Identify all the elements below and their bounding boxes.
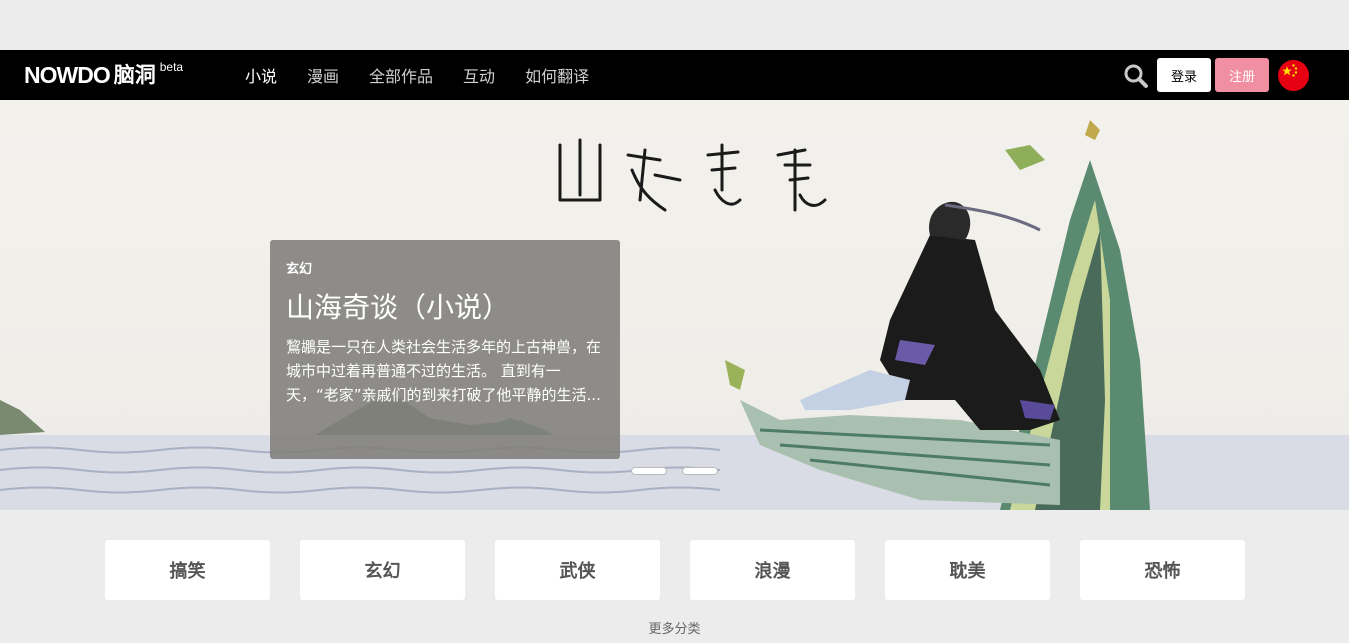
nav-link-comic[interactable]: 漫画 <box>307 63 339 87</box>
hero-banner[interactable]: 玄幻 山海奇谈（小说） 鵹鶘是一只在人类社会生活多年的上古神兽，在城市中过着再普… <box>0 100 1349 510</box>
featured-description: 鵹鶘是一只在人类社会生活多年的上古神兽，在城市中过着再普通不过的生活。 直到有一… <box>286 338 602 404</box>
carousel-dot[interactable] <box>682 467 718 475</box>
top-gap <box>0 0 1349 50</box>
nav-link-novel[interactable]: 小说 <box>245 63 277 87</box>
featured-card[interactable]: 玄幻 山海奇谈（小说） 鵹鶘是一只在人类社会生活多年的上古神兽，在城市中过着再普… <box>270 240 620 459</box>
search-icon[interactable] <box>1123 63 1149 89</box>
genre-button-comedy[interactable]: 搞笑 <box>105 540 270 600</box>
carousel-indicators <box>631 467 733 475</box>
banner-illustration <box>0 120 1349 510</box>
featured-genre: 玄幻 <box>286 262 313 277</box>
genre-list: 搞笑 玄幻 武侠 浪漫 耽美 恐怖 <box>105 540 1245 600</box>
calligraphy-title <box>558 138 827 212</box>
genre-button-fantasy[interactable]: 玄幻 <box>300 540 465 600</box>
logo-mark: NOWDO <box>24 62 111 88</box>
genre-button-bl[interactable]: 耽美 <box>885 540 1050 600</box>
nav-link-all-works[interactable]: 全部作品 <box>369 63 433 87</box>
genre-button-romance[interactable]: 浪漫 <box>690 540 855 600</box>
china-flag-icon[interactable] <box>1278 60 1309 91</box>
nav-link-how-to-translate[interactable]: 如何翻译 <box>525 63 589 87</box>
genre-button-martial-arts[interactable]: 武侠 <box>495 540 660 600</box>
logo[interactable]: NOWDO 脑洞 beta <box>24 60 184 89</box>
genre-button-horror[interactable]: 恐怖 <box>1080 540 1245 600</box>
seated-figure <box>800 201 1060 430</box>
nav-links: 小说 漫画 全部作品 互动 如何翻译 <box>245 50 619 100</box>
nav-link-interactive[interactable]: 互动 <box>463 63 495 87</box>
more-categories-link[interactable]: 更多分类 <box>0 618 1349 637</box>
featured-title[interactable]: 山海奇谈（小说） <box>286 291 604 325</box>
logo-beta: beta <box>159 60 184 74</box>
register-button[interactable]: 注册 <box>1215 58 1269 92</box>
login-button[interactable]: 登录 <box>1157 58 1211 92</box>
carousel-dot[interactable] <box>631 467 667 475</box>
logo-cn: 脑洞 <box>113 63 156 87</box>
